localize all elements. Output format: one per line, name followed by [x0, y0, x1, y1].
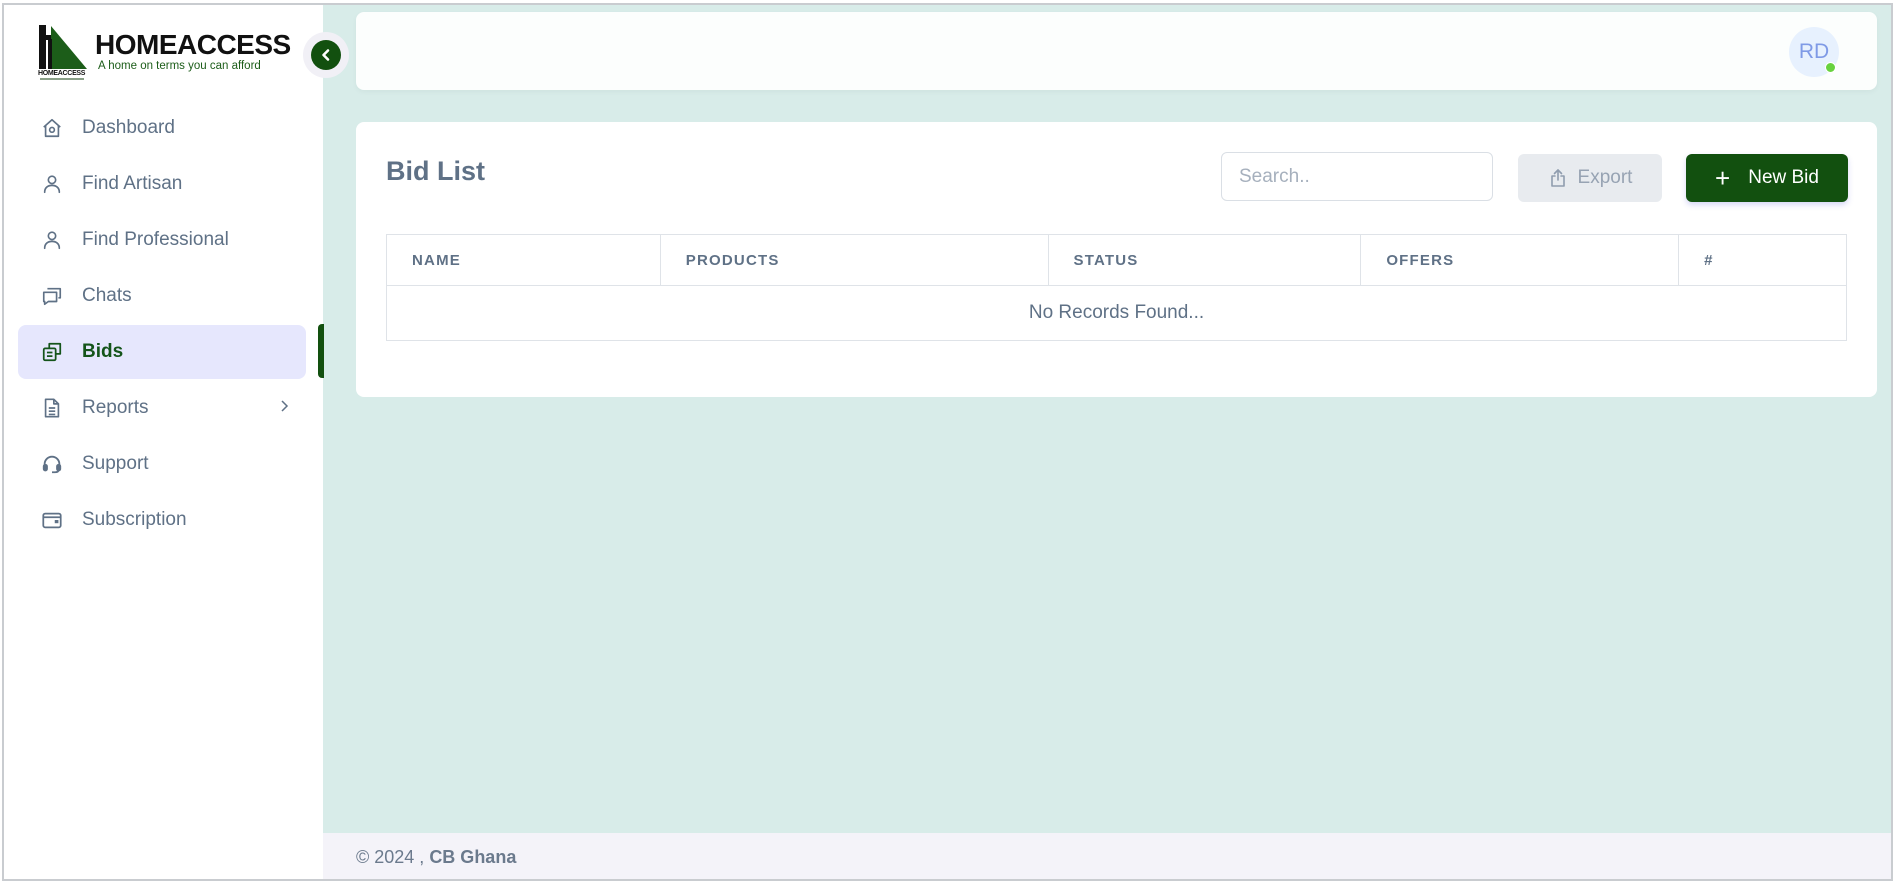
copyright-text: © 2024 ,	[356, 846, 425, 867]
table-empty-row: No Records Found...	[386, 285, 1847, 341]
sidebar-item-label: Dashboard	[82, 117, 175, 138]
logo-mark-icon: HOMEACCESS	[37, 23, 89, 81]
brand-logo[interactable]: HOMEACCESS HOMEACCESS A home on terms yo…	[37, 23, 291, 81]
sidebar-item-find-professional[interactable]: Find Professional	[18, 213, 306, 267]
sidebar-collapse-button[interactable]	[303, 32, 349, 78]
sidebar-item-label: Chats	[82, 285, 132, 306]
export-label: Export	[1577, 167, 1633, 188]
avatar-initials: RD	[1798, 40, 1830, 63]
chevron-left-icon	[322, 49, 330, 61]
wallet-icon	[40, 508, 64, 532]
column-header-actions: #	[1678, 234, 1847, 286]
export-button[interactable]: Export	[1518, 154, 1662, 202]
brand-tagline: A home on terms you can afford	[98, 60, 261, 72]
bids-icon	[40, 340, 64, 364]
online-status-indicator	[1825, 62, 1836, 73]
export-icon	[1548, 168, 1568, 188]
sidebar: HOMEACCESS HOMEACCESS A home on terms yo…	[4, 5, 323, 879]
sidebar-item-reports[interactable]: Reports	[18, 381, 306, 435]
sidebar-item-dashboard[interactable]: Dashboard	[18, 101, 306, 155]
column-header-products[interactable]: PRODUCTS	[659, 234, 1049, 286]
sidebar-item-support[interactable]: Support	[18, 437, 306, 491]
sidebar-item-label: Bids	[82, 341, 124, 362]
company-name: CB Ghana	[429, 846, 517, 867]
plus-icon: +	[1715, 163, 1731, 193]
sidebar-item-chats[interactable]: Chats	[18, 269, 306, 323]
brand-name: HOMEACCESS	[95, 29, 291, 60]
sidebar-item-label: Support	[82, 453, 149, 474]
sidebar-item-subscription[interactable]: Subscription	[18, 493, 306, 547]
active-nav-indicator	[318, 324, 324, 378]
page-title: Bid List	[386, 156, 485, 186]
user-icon	[40, 172, 64, 196]
headset-icon	[40, 452, 64, 476]
user-avatar[interactable]: RD	[1789, 27, 1839, 77]
home-icon	[40, 116, 64, 140]
chevron-right-icon	[278, 398, 290, 419]
new-bid-button[interactable]: + New Bid	[1686, 154, 1848, 202]
search-input[interactable]	[1221, 152, 1493, 201]
sidebar-item-label: Find Artisan	[82, 173, 183, 194]
column-header-name[interactable]: NAME	[386, 234, 661, 286]
sidebar-item-bids[interactable]: Bids	[18, 325, 306, 379]
bid-list-card: Bid List Export + New Bid NAME PRODUCTS …	[356, 122, 1877, 397]
empty-state-message: No Records Found...	[386, 285, 1847, 341]
sidebar-item-label: Find Professional	[82, 229, 229, 250]
chat-icon	[40, 284, 64, 308]
sidebar-item-label: Subscription	[82, 509, 187, 530]
column-header-status[interactable]: STATUS	[1047, 234, 1362, 286]
new-bid-label: New Bid	[1748, 167, 1819, 188]
sidebar-item-find-artisan[interactable]: Find Artisan	[18, 157, 306, 211]
sidebar-item-label: Reports	[82, 397, 149, 418]
app-window: HOMEACCESS HOMEACCESS A home on terms yo…	[2, 3, 1893, 881]
sidebar-nav: Dashboard Find Artisan Find Professional…	[18, 101, 306, 549]
footer: © 2024 , CB Ghana	[323, 833, 1891, 879]
top-header: RD	[356, 12, 1877, 90]
logo-mark-text: HOMEACCESS	[38, 70, 86, 77]
user-icon	[40, 228, 64, 252]
document-icon	[40, 396, 64, 420]
bids-table: NAME PRODUCTS STATUS OFFERS # No Records…	[386, 234, 1847, 341]
table-header-row: NAME PRODUCTS STATUS OFFERS #	[386, 234, 1847, 286]
column-header-offers[interactable]: OFFERS	[1360, 234, 1680, 286]
